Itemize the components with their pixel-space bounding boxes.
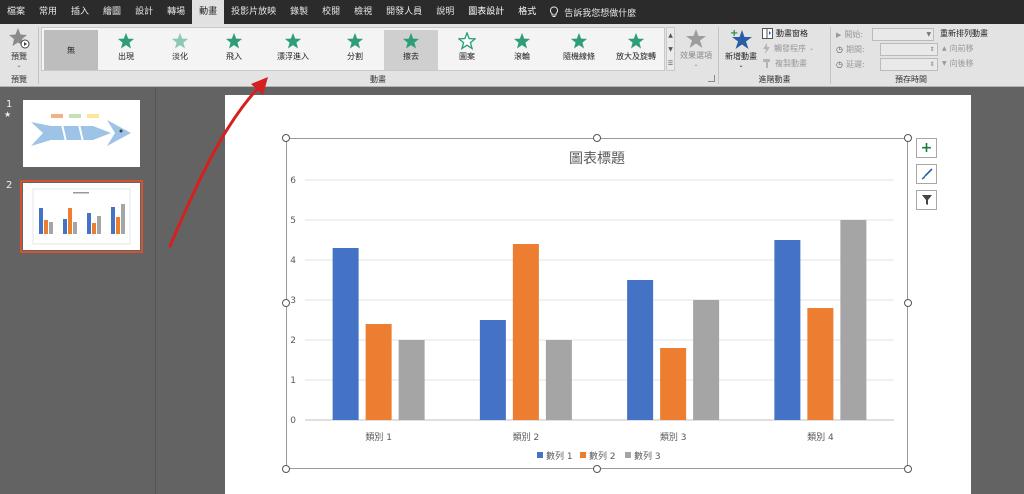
bar-3-4[interactable] (840, 220, 867, 420)
resize-handle[interactable] (593, 134, 601, 142)
chart-gridlines (305, 179, 894, 421)
x-tick-label: 類別 3 (660, 432, 687, 443)
selection-handles[interactable] (282, 134, 912, 473)
chart-elements-button[interactable]: + (916, 138, 937, 158)
y-tick-label: 4 (290, 256, 296, 266)
y-tick-label: 0 (290, 416, 296, 426)
chart-title[interactable]: 圖表標題 (569, 151, 625, 167)
chart-styles-button[interactable] (916, 164, 937, 184)
chart-bars[interactable] (332, 220, 867, 420)
bar-1-3[interactable] (627, 280, 654, 420)
annotation-arrow (168, 77, 268, 248)
legend-swatch (537, 452, 543, 458)
bar-3-2[interactable] (545, 340, 572, 420)
bar-1-2[interactable] (479, 320, 506, 420)
legend-swatch (580, 452, 586, 458)
y-tick-label: 2 (290, 336, 296, 346)
plus-icon: + (920, 140, 933, 156)
legend-label: 數列 1 (546, 450, 573, 462)
legend-swatch (625, 452, 631, 458)
y-tick-label: 6 (290, 176, 296, 186)
y-tick-label: 5 (290, 216, 296, 226)
resize-handle[interactable] (904, 299, 912, 307)
bar-3-1[interactable] (398, 340, 425, 420)
bar-1-1[interactable] (332, 248, 359, 420)
y-tick-label: 3 (290, 296, 296, 306)
resize-handle[interactable] (282, 465, 290, 473)
y-axis-tick-labels: 0 1 2 3 4 5 6 (290, 176, 296, 426)
chart-svg[interactable]: 圖表標題 0123456 類別 1 類別 2 類別 3 類別 4 數列 1 數列 2 數列… (0, 0, 1024, 494)
bar-1-4[interactable] (774, 240, 801, 420)
bar-2-2[interactable] (512, 244, 539, 420)
filter-icon (921, 195, 932, 205)
x-tick-label: 類別 2 (513, 432, 540, 443)
x-tick-label: 類別 1 (365, 432, 392, 443)
bar-2-4[interactable] (807, 308, 834, 420)
x-axis-tick-labels: 類別 1 類別 2 類別 3 類別 4 (365, 432, 834, 443)
resize-handle[interactable] (282, 134, 290, 142)
bar-3-3[interactable] (693, 300, 720, 420)
chart-legend[interactable]: 數列 1 數列 2 數列 3 (537, 450, 661, 462)
chart-filters-button[interactable] (916, 190, 937, 210)
x-tick-label: 類別 4 (807, 432, 834, 443)
bar-2-3[interactable] (660, 348, 687, 420)
brush-icon (921, 168, 933, 180)
y-tick-label: 1 (290, 376, 296, 386)
resize-handle[interactable] (904, 134, 912, 142)
bar-2-1[interactable] (365, 324, 392, 420)
resize-handle[interactable] (904, 465, 912, 473)
resize-handle[interactable] (282, 299, 290, 307)
legend-label: 數列 2 (589, 450, 616, 462)
resize-handle[interactable] (593, 465, 601, 473)
legend-label: 數列 3 (634, 450, 661, 462)
